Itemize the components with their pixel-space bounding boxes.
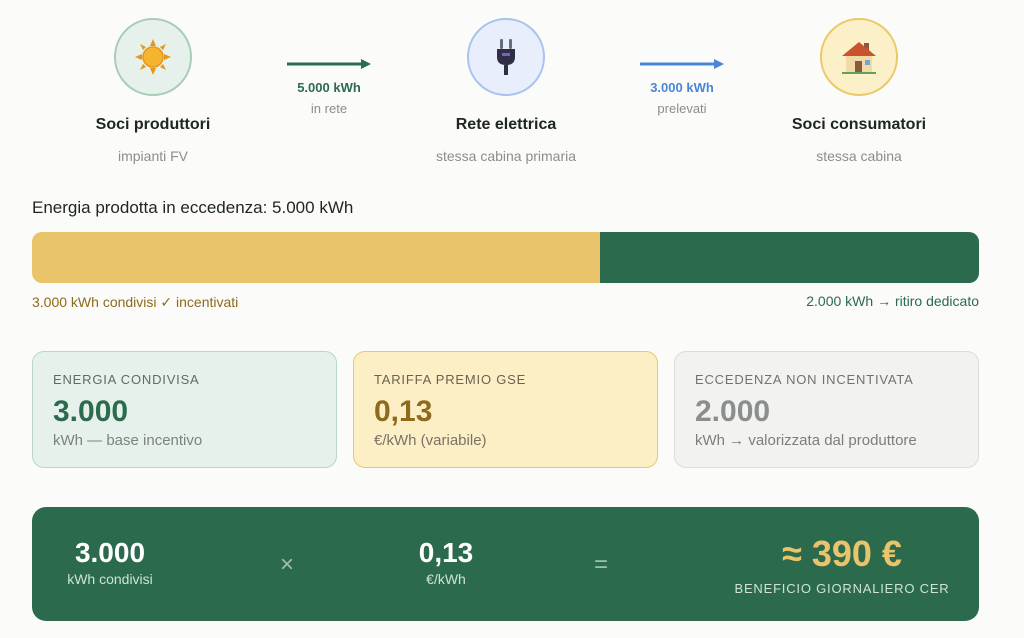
consumers-subtitle: stessa cabina — [816, 148, 902, 164]
house-icon — [842, 42, 876, 74]
to-grid-arrow: 5.000 kWh in rete — [283, 58, 375, 116]
card-label: ECCEDENZA NON INCENTIVATA — [695, 372, 914, 387]
to-grid-label: in rete — [310, 101, 348, 116]
withdrawn-segment — [600, 232, 979, 283]
arrow-right-icon — [287, 59, 371, 69]
grid-circle — [467, 18, 545, 96]
card-value: 0,13 — [374, 395, 433, 428]
to-grid-value: 5.000 kWh — [297, 80, 361, 95]
card-value: 2.000 — [695, 395, 771, 428]
plug-icon — [497, 39, 515, 75]
consumers-title: Soci consumatori — [791, 116, 927, 133]
card-excess-not-incentivized: ECCEDENZA NON INCENTIVATA 2.000 kWh → va… — [674, 351, 979, 468]
card-gse-tariff: TARIFFA PREMIO GSE 0,13 €/kWh (variabile… — [353, 351, 658, 468]
consumers-circle — [820, 18, 898, 96]
card-unit: kWh → valorizzata dal produttore — [695, 432, 917, 449]
shared-label: 3.000 kWh condivisi ✓ incentivati — [32, 294, 239, 310]
producers-node: Soci produttori impianti FV — [53, 18, 253, 164]
grid-title: Rete elettrica — [455, 116, 557, 133]
arrow-right-icon — [640, 59, 724, 69]
card-unit: kWh — base incentivo — [53, 432, 203, 449]
formula-term-value: 3.000 — [74, 537, 146, 568]
grid-node: Rete elettrica stessa cabina primaria — [406, 18, 606, 164]
card-value: 3.000 — [53, 395, 129, 428]
equals-icon: = — [594, 551, 609, 578]
consumers-node: Soci consumatori stessa cabina — [759, 18, 959, 164]
from-grid-label: prelevati — [657, 101, 707, 116]
card-shared-energy: ENERGIA CONDIVISA 3.000 kWh — base incen… — [32, 351, 337, 468]
formula-term-value: 0,13 — [418, 537, 474, 568]
producers-circle — [114, 18, 192, 96]
formula-term-energy: 3.000 kWh condivisi — [54, 537, 166, 587]
formula-result: ≈ 390 € BENEFICIO GIORNALIERO CER — [722, 533, 962, 596]
card-label: ENERGIA CONDIVISA — [53, 372, 200, 387]
card-unit: €/kWh (variabile) — [374, 432, 487, 449]
formula-term-unit: €/kWh — [426, 571, 466, 587]
formula-term-unit: kWh condivisi — [67, 571, 153, 587]
producers-title: Soci produttori — [95, 116, 211, 133]
producers-subtitle: impianti FV — [117, 148, 189, 164]
card-label: TARIFFA PREMIO GSE — [374, 372, 527, 387]
result-label: BENEFICIO GIORNALIERO CER — [734, 581, 950, 596]
from-grid-value: 3.000 kWh — [650, 80, 714, 95]
result-value: ≈ 390 € — [782, 533, 902, 574]
shared-segment — [32, 232, 601, 283]
energy-flow: Soci produttori impianti FV 5.000 kWh in… — [0, 0, 1024, 170]
excess-title: Energia prodotta in eccedenza: 5.000 kWh — [32, 198, 354, 217]
grid-subtitle: stessa cabina primaria — [435, 148, 577, 164]
withdrawn-label: 2.000 kWh → ritiro dedicato — [806, 293, 979, 309]
multiply-icon: × — [280, 551, 295, 578]
from-grid-arrow: 3.000 kWh prelevati — [636, 58, 728, 116]
formula-term-tariff: 0,13 €/kWh — [396, 537, 496, 587]
excess-bar — [32, 232, 979, 283]
benefit-formula: 3.000 kWh condivisi × 0,13 €/kWh = ≈ 390… — [32, 507, 979, 621]
sun-icon — [135, 39, 171, 75]
